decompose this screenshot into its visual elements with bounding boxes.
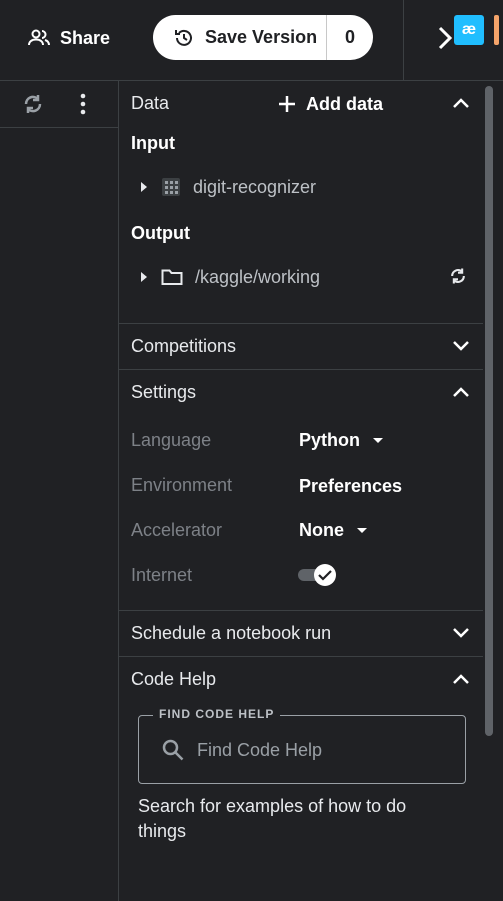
left-toolbar bbox=[0, 81, 118, 128]
divider bbox=[119, 323, 483, 324]
panel-scrollbar[interactable] bbox=[485, 86, 493, 736]
orange-badge bbox=[494, 15, 499, 45]
dropdown-arrow-icon bbox=[357, 527, 367, 533]
chevron-down-icon[interactable] bbox=[451, 339, 471, 353]
code-help-legend: FIND CODE HELP bbox=[153, 707, 281, 721]
code-help-description: Search for examples of how to do things bbox=[138, 796, 407, 841]
schedule-section-header[interactable]: Schedule a notebook run bbox=[131, 621, 471, 645]
settings-section-header[interactable]: Settings bbox=[131, 380, 471, 404]
history-icon bbox=[175, 29, 192, 46]
accelerator-value: None bbox=[299, 520, 344, 540]
people-icon bbox=[28, 29, 50, 46]
language-value: Python bbox=[299, 430, 360, 450]
dropdown-arrow-icon bbox=[373, 437, 383, 443]
plus-icon bbox=[279, 96, 295, 112]
share-button[interactable]: Share bbox=[28, 24, 110, 52]
schedule-title: Schedule a notebook run bbox=[131, 622, 332, 643]
code-help-search-input[interactable] bbox=[197, 736, 447, 764]
share-label: Share bbox=[60, 27, 111, 48]
add-data-label: Add data bbox=[306, 93, 384, 114]
folder-icon bbox=[161, 269, 183, 285]
refresh-icon[interactable] bbox=[21, 92, 45, 116]
input-item-digit-recognizer[interactable]: digit-recognizer bbox=[139, 175, 316, 199]
toggle-knob bbox=[314, 564, 336, 586]
version-count-button[interactable]: 0 bbox=[327, 27, 373, 48]
divider bbox=[119, 610, 483, 611]
environment-preferences-link[interactable]: Preferences bbox=[299, 476, 402, 497]
save-version-label: Save Version bbox=[205, 27, 318, 47]
caret-right-icon[interactable] bbox=[139, 271, 149, 283]
logo-text: æ bbox=[461, 21, 477, 38]
output-item-label: /kaggle/working bbox=[195, 266, 321, 287]
competitions-section-header[interactable]: Competitions bbox=[131, 334, 471, 358]
code-help-section-header[interactable]: Code Help bbox=[131, 667, 471, 691]
save-version-button[interactable]: Save Version bbox=[153, 15, 327, 60]
code-help-search-box: FIND CODE HELP bbox=[138, 707, 466, 784]
chevron-down-icon[interactable] bbox=[451, 626, 471, 640]
chevron-up-icon[interactable] bbox=[451, 672, 471, 686]
input-heading: Input bbox=[131, 133, 175, 153]
search-icon bbox=[162, 739, 184, 761]
code-help-title: Code Help bbox=[131, 668, 217, 689]
internet-label: Internet bbox=[131, 565, 193, 585]
dataset-thumbnail-icon bbox=[162, 178, 180, 196]
language-select[interactable]: Python bbox=[299, 430, 384, 451]
chevron-up-icon[interactable] bbox=[451, 385, 471, 399]
output-item-working[interactable]: /kaggle/working bbox=[139, 265, 320, 289]
environment-label: Environment bbox=[131, 475, 233, 495]
output-heading: Output bbox=[131, 223, 190, 243]
divider bbox=[119, 369, 483, 370]
accelerator-label: Accelerator bbox=[131, 520, 223, 540]
more-vert-icon[interactable] bbox=[78, 92, 88, 116]
caret-right-icon[interactable] bbox=[139, 181, 149, 193]
accelerator-select[interactable]: None bbox=[299, 520, 368, 541]
app-logo: æ bbox=[454, 15, 484, 45]
settings-title: Settings bbox=[131, 381, 197, 402]
internet-toggle[interactable] bbox=[298, 564, 338, 586]
competitions-title: Competitions bbox=[131, 335, 237, 356]
input-item-label: digit-recognizer bbox=[193, 176, 317, 197]
divider bbox=[119, 656, 483, 657]
language-label: Language bbox=[131, 430, 212, 450]
check-icon bbox=[318, 570, 332, 581]
save-version-control: Save Version 0 bbox=[153, 15, 373, 60]
add-data-button[interactable]: Add data bbox=[278, 92, 383, 116]
chevron-right-icon[interactable] bbox=[436, 24, 454, 52]
refresh-output-icon[interactable] bbox=[448, 266, 468, 286]
left-column bbox=[0, 81, 119, 901]
data-section-title: Data bbox=[131, 92, 170, 113]
header-divider bbox=[403, 0, 404, 80]
chevron-up-icon[interactable] bbox=[451, 96, 471, 110]
